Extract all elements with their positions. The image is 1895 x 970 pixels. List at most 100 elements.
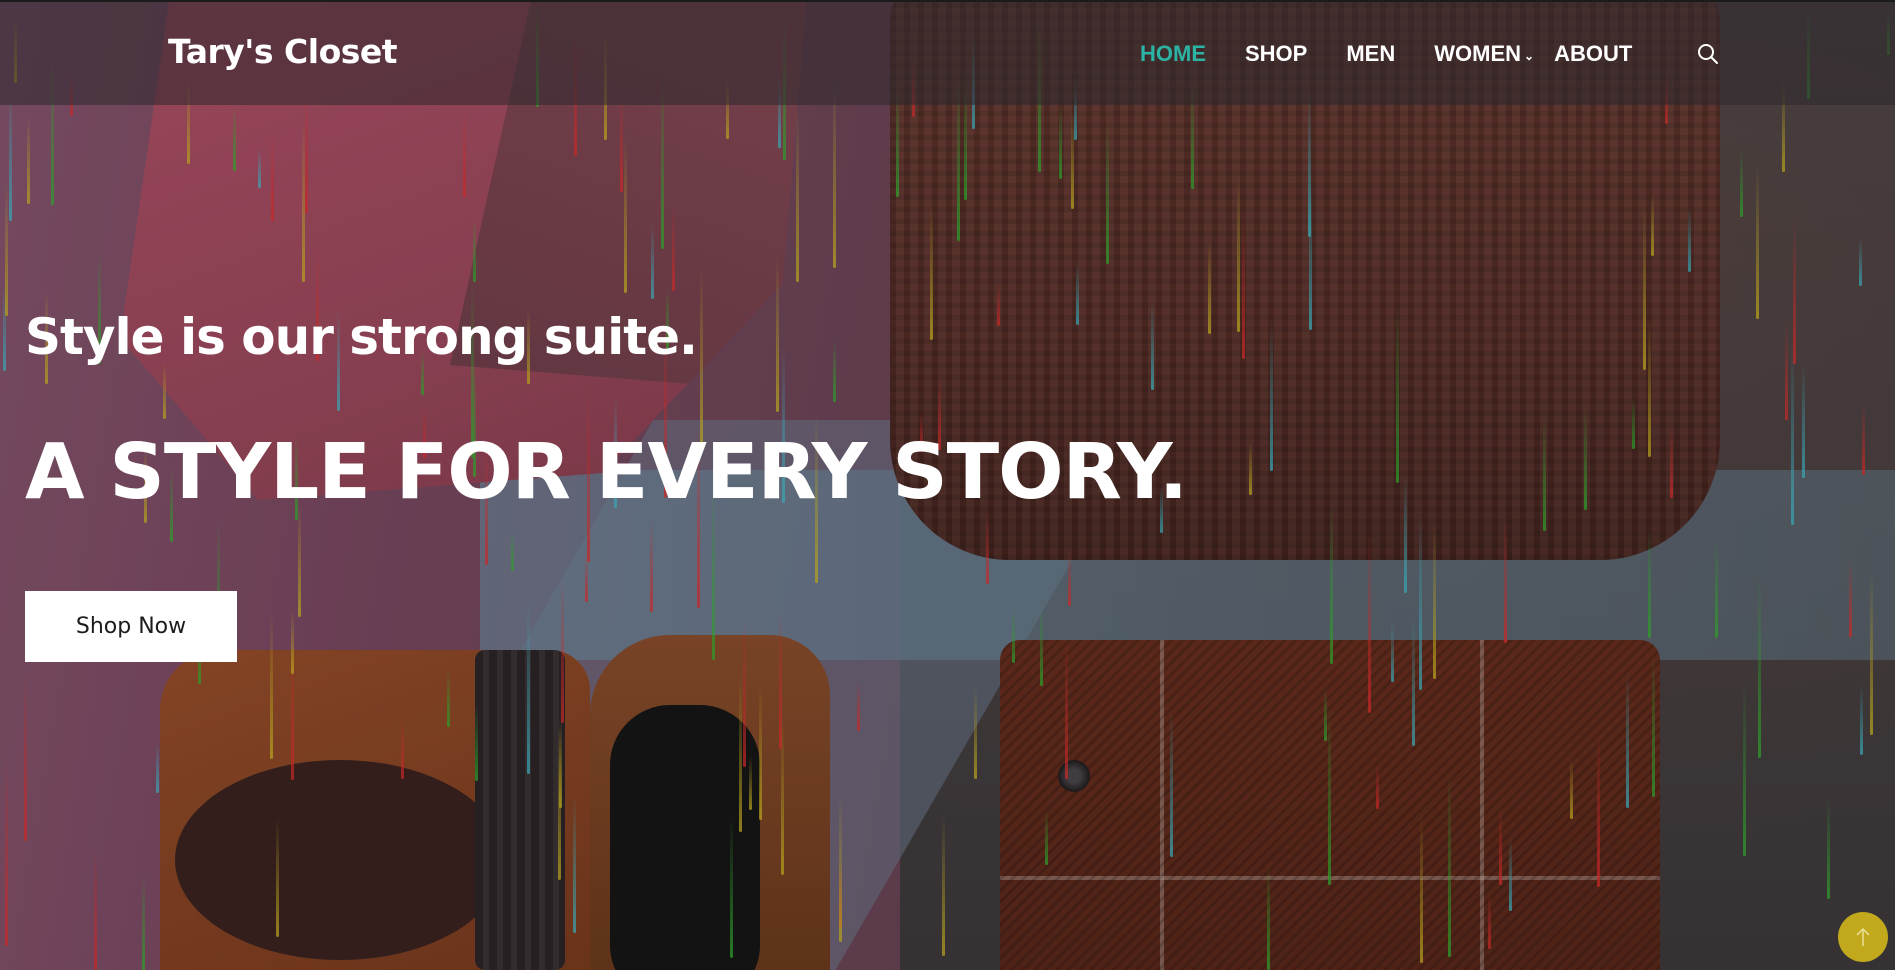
- rain-streak: [401, 719, 404, 779]
- rain-streak: [1543, 414, 1546, 531]
- rain-streak: [447, 668, 450, 727]
- rain-streak: [473, 218, 476, 282]
- rain-streak: [573, 794, 576, 933]
- rain-streak: [1688, 206, 1691, 272]
- rain-streak: [730, 815, 733, 958]
- nav-item-label: WOMEN: [1434, 41, 1522, 66]
- rain-streak: [271, 132, 274, 221]
- rain-streak: [759, 683, 762, 820]
- rain-streak: [1071, 111, 1074, 209]
- rain-streak: [942, 815, 945, 956]
- rain-streak: [156, 743, 159, 793]
- rain-streak: [651, 223, 654, 299]
- rain-streak: [1626, 672, 1629, 808]
- rain-streak: [1324, 689, 1327, 741]
- rain-streak: [1448, 772, 1451, 957]
- rain-streak: [1862, 401, 1865, 475]
- rain-streak: [558, 728, 561, 880]
- rain-streak: [620, 91, 623, 192]
- rain-streak: [624, 138, 627, 293]
- rain-streak: [1368, 529, 1371, 713]
- rain-streak: [650, 521, 653, 612]
- rain-streak: [1791, 344, 1794, 525]
- rain-streak: [1249, 442, 1252, 495]
- rain-streak: [475, 703, 478, 781]
- rain-streak: [163, 363, 166, 419]
- rain-streak: [1267, 864, 1270, 970]
- site-logo[interactable]: Tary's Closet: [168, 32, 398, 71]
- rain-streak: [1412, 617, 1415, 746]
- nav-item-men[interactable]: MEN: [1346, 41, 1395, 67]
- rain-streak: [986, 512, 989, 584]
- rain-streak: [739, 675, 742, 832]
- rain-streak: [1170, 711, 1173, 857]
- rain-streak: [1045, 810, 1048, 865]
- rain-streak: [672, 207, 675, 291]
- nav-item-label: SHOP: [1245, 41, 1308, 66]
- rain-streak: [1648, 528, 1651, 638]
- hero-headline: A STYLE FOR EVERY STORY.: [25, 428, 1188, 517]
- nav-item-shop[interactable]: SHOP: [1245, 41, 1307, 67]
- rain-streak: [1715, 539, 1718, 638]
- rain-streak: [1756, 166, 1759, 319]
- rain-streak: [561, 577, 564, 723]
- rain-streak: [1509, 837, 1512, 911]
- rain-streak: [1870, 571, 1873, 735]
- rain-streak: [1308, 88, 1311, 237]
- rain-streak: [839, 794, 842, 942]
- rain-streak: [27, 116, 30, 204]
- rain-streak: [1059, 103, 1062, 179]
- rain-streak: [1827, 797, 1830, 899]
- rain-streak: [1330, 502, 1333, 664]
- rain-streak: [1270, 321, 1273, 471]
- rain-streak: [1151, 300, 1154, 390]
- rain-streak: [1758, 573, 1761, 758]
- hero-tagline: Style is our strong suite.: [25, 308, 698, 366]
- rain-streak: [749, 756, 752, 810]
- rain-streak: [1597, 727, 1600, 887]
- rain-streak: [776, 255, 779, 412]
- rain-streak: [5, 183, 8, 316]
- rain-streak: [1648, 319, 1651, 457]
- rain-streak: [700, 268, 703, 450]
- rain-streak: [1652, 652, 1655, 797]
- rain-streak: [1012, 609, 1015, 663]
- shop-now-button[interactable]: Shop Now: [25, 591, 237, 662]
- rain-streak: [1570, 758, 1573, 819]
- rain-streak: [1670, 423, 1673, 498]
- rain-streak: [743, 617, 746, 767]
- rain-streak: [1793, 216, 1796, 364]
- rain-streak: [258, 148, 261, 188]
- rain-streak: [276, 818, 279, 937]
- rain-streak: [511, 531, 514, 571]
- rain-streak: [142, 875, 145, 970]
- back-to-top-button[interactable]: [1838, 912, 1888, 962]
- rain-streak: [1396, 304, 1399, 483]
- nav-item-label: MEN: [1346, 41, 1396, 66]
- rain-streak: [1643, 206, 1646, 370]
- rain-streak: [1849, 560, 1852, 637]
- rain-streak: [1433, 524, 1436, 679]
- rain-streak: [291, 609, 294, 674]
- rain-streak: [1859, 238, 1862, 286]
- rain-streak: [1076, 262, 1079, 325]
- nav-item-about[interactable]: ABOUT: [1554, 41, 1632, 67]
- nav-item-women[interactable]: WOMEN ⌄: [1434, 41, 1534, 67]
- rain-streak: [94, 845, 97, 970]
- site-header: Tary's Closet HOME SHOP MEN WOMEN ⌄ ABOU…: [0, 0, 1895, 105]
- rain-streak: [24, 671, 27, 841]
- rain-streak: [796, 108, 799, 282]
- nav-item-label: ABOUT: [1554, 41, 1633, 66]
- rain-streak: [857, 681, 860, 731]
- rain-streak: [1504, 515, 1507, 643]
- nav-item-label: HOME: [1140, 41, 1206, 66]
- nav-item-home[interactable]: HOME: [1140, 41, 1206, 67]
- search-icon[interactable]: [1697, 43, 1719, 65]
- rain-streak: [1860, 684, 1863, 755]
- rain-streak: [1404, 474, 1407, 593]
- rain-streak: [463, 109, 466, 197]
- rain-streak: [5, 757, 8, 946]
- rain-streak: [9, 86, 12, 221]
- rain-streak: [1328, 708, 1331, 885]
- rain-streak: [1651, 195, 1654, 256]
